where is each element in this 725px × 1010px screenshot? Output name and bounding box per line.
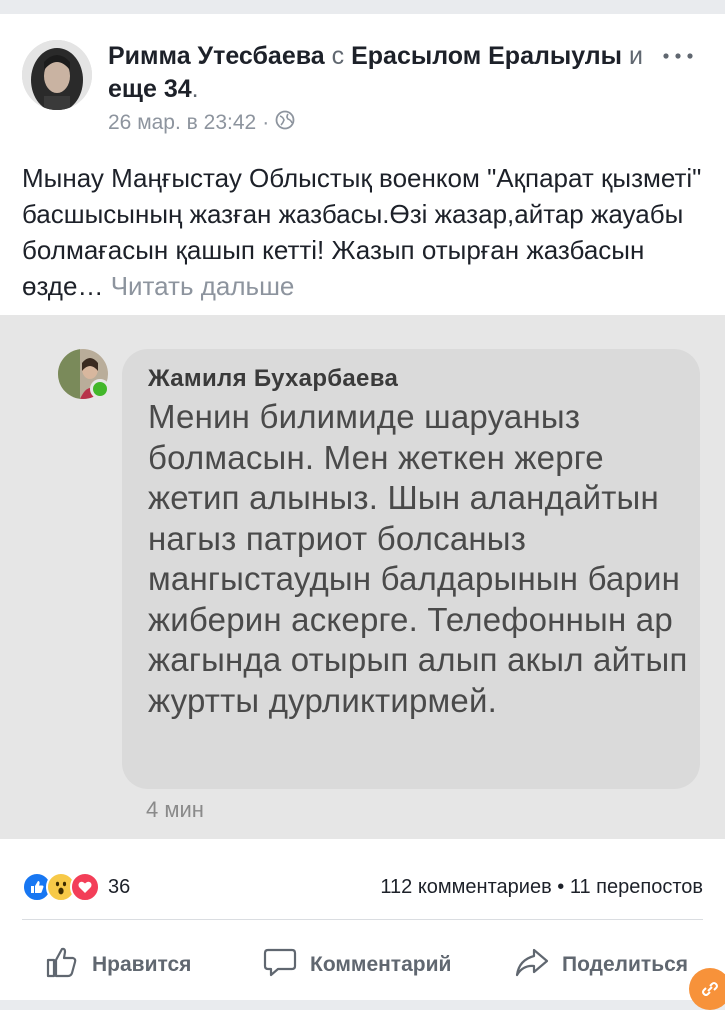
comment-button-label: Комментарий: [310, 953, 452, 976]
reactions-summary[interactable]: 36: [22, 872, 130, 902]
link-badge-icon[interactable]: [689, 968, 725, 1010]
header-period: .: [191, 75, 199, 103]
author-name-link[interactable]: Римма Утесбаева: [108, 42, 325, 70]
shares-count-link[interactable]: 11 перепостов: [570, 876, 703, 898]
like-button-label: Нравится: [92, 953, 192, 976]
share-button-label: Поделиться: [562, 953, 689, 976]
comment-body: Менин билимиде шаруаныз болмасын. Мен же…: [148, 398, 688, 719]
post-header: Римма Утесбаева с Ерасылом Ералыулы и ещ…: [108, 40, 668, 106]
author-avatar[interactable]: [22, 40, 92, 110]
comments-count-link[interactable]: 112 комментариев: [380, 876, 551, 898]
comment-author-name: Жамиля Бухарбаева: [148, 365, 399, 392]
reaction-count: 36: [108, 875, 131, 898]
stats-dot: •: [557, 876, 565, 898]
post-stats: 112 комментариев • 11 перепостов: [380, 872, 703, 902]
share-button[interactable]: Поделиться: [514, 940, 688, 990]
online-status-indicator: [90, 379, 110, 399]
comment-bubble: Жамиля Бухарбаева Менин билимиде шаруаны…: [122, 349, 700, 789]
embedded-comment-screenshot[interactable]: Жамиля Бухарбаева Менин билимиде шаруаны…: [0, 315, 725, 839]
post-meta: 26 мар. в 23:42 ·: [108, 110, 295, 136]
actions-divider: [22, 919, 703, 920]
and-word: и: [628, 42, 643, 70]
comment-author-avatar: [58, 349, 110, 399]
post-actions-bar: Нравится Комментарий Поделиться: [0, 940, 725, 1000]
with-word: с: [331, 42, 345, 70]
speech-bubble-icon: [262, 944, 298, 986]
more-dots-icon[interactable]: [661, 44, 695, 64]
love-icon: [70, 872, 100, 902]
others-link[interactable]: еще 34: [108, 75, 192, 103]
share-arrow-icon: [514, 944, 550, 986]
read-more-link[interactable]: Читать дальше: [111, 271, 295, 301]
post-card: Римма Утесбаева с Ерасылом Ералыулы и ещ…: [0, 14, 725, 1010]
thumbs-up-icon: [44, 944, 80, 986]
comment-time: 4 мин: [146, 797, 204, 822]
comment-button[interactable]: Комментарий: [262, 940, 451, 990]
globe-icon: [275, 110, 295, 136]
post-timestamp[interactable]: 26 мар. в 23:42: [108, 111, 256, 135]
like-button[interactable]: Нравится: [44, 940, 191, 990]
tagged-person-link[interactable]: Ерасылом Ералыулы: [351, 42, 622, 70]
meta-separator: ·: [262, 111, 270, 134]
post-body: Мынау Маңғыстау Облыстық военком "Ақпара…: [22, 160, 702, 304]
